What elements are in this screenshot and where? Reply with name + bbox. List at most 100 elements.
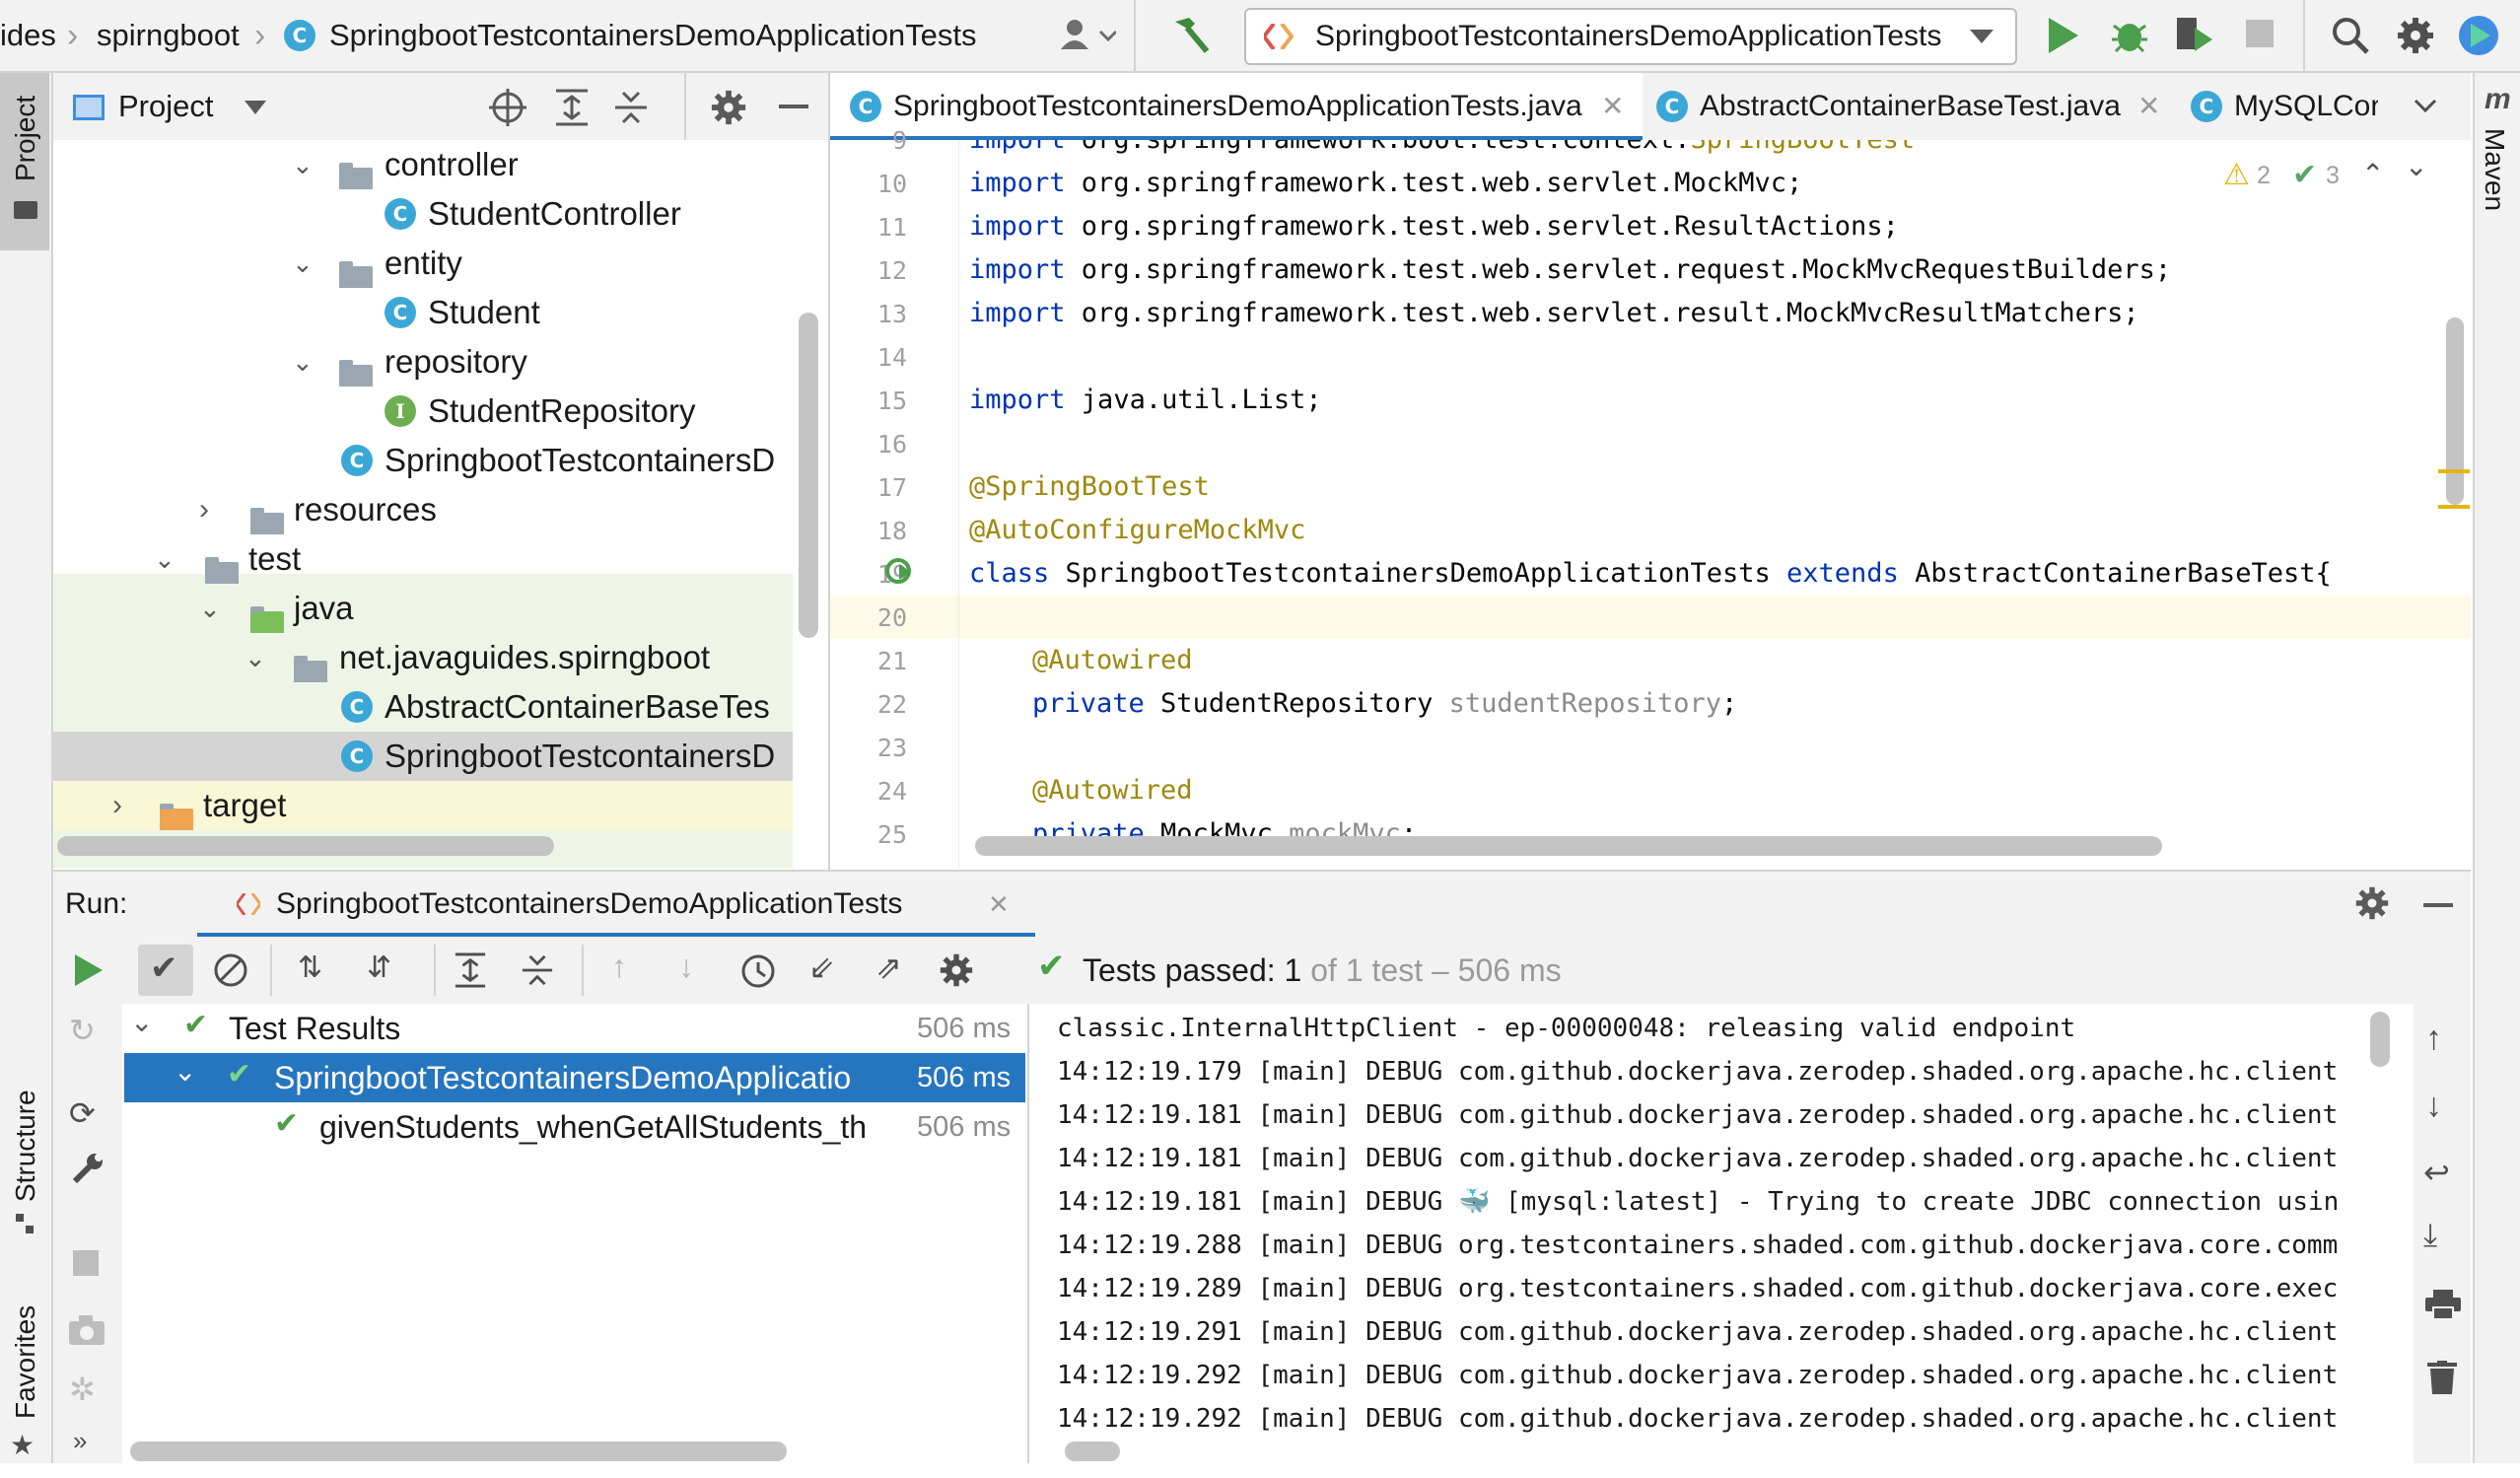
wrench-icon[interactable] (71, 1152, 105, 1185)
line-number: 13 (876, 300, 907, 328)
project-view-selector[interactable]: Project (118, 73, 213, 140)
coverage-icon[interactable] (2173, 14, 2214, 55)
rerun-failed-icon[interactable]: ↻ (69, 1012, 96, 1049)
debug-tests-icon[interactable]: ✲ (69, 1371, 96, 1408)
expand-all-icon[interactable] (454, 952, 487, 988)
tree-item-controller[interactable]: ⌄ controller (53, 140, 793, 189)
breadcrumb-package[interactable]: spirngboot (97, 0, 240, 71)
console-vertical-scrollbar[interactable] (2370, 1012, 2390, 1067)
toggle-auto-test-icon[interactable]: ⟳ (69, 1094, 96, 1132)
panel-settings-gear-icon[interactable] (710, 89, 747, 126)
run-configuration-selector[interactable]: SpringbootTestcontainersDemoApplicationT… (1244, 8, 2017, 65)
console-line: 14:12:19.289 [main] DEBUG org.testcontai… (1057, 1274, 2339, 1303)
run-tab-label: SpringbootTestcontainersDemoApplicationT… (276, 887, 903, 920)
show-ignored-icon[interactable] (213, 952, 248, 988)
minimize-icon[interactable] (2423, 903, 2453, 907)
search-icon[interactable] (2331, 16, 2370, 55)
code-line-19: class SpringbootTestcontainersDemoApplic… (969, 558, 2332, 589)
breadcrumb-ides[interactable]: ides (0, 0, 56, 71)
more-actions-icon[interactable]: » (73, 1426, 87, 1456)
run-icon[interactable] (2045, 16, 2080, 55)
tree-item-target[interactable]: › target (53, 781, 793, 830)
tree-item-repository[interactable]: ⌄ repository (53, 337, 793, 387)
stop-icon[interactable] (2246, 20, 2274, 47)
print-icon[interactable] (2425, 1290, 2461, 1321)
tree-item-label: AbstractContainerBaseTes (385, 688, 770, 725)
import-tests-icon[interactable]: ⇙ (808, 949, 835, 986)
down-arrow-icon[interactable]: ↓ (2425, 1087, 2442, 1125)
tree-item-studentcontroller[interactable]: C StudentController (53, 189, 793, 239)
test-results-root[interactable]: ⌄ ✔ Test Results 506 ms (124, 1004, 1025, 1053)
tree-item-abstractcontainerbasetest[interactable]: C AbstractContainerBaseTes (53, 682, 793, 732)
horizontal-scrollbar[interactable] (57, 836, 554, 856)
run-settings-gear-icon[interactable] (2354, 885, 2390, 921)
test-method-node[interactable]: ✔ givenStudents_whenGetAllStudents_th 50… (124, 1102, 1025, 1152)
collapse-all-icon[interactable] (521, 952, 554, 988)
next-failed-icon[interactable]: ↓ (678, 949, 694, 985)
sort-by-duration-icon[interactable]: ⇵ (367, 950, 391, 985)
editor-horizontal-scrollbar[interactable] (975, 836, 2162, 856)
tree-item-test[interactable]: ⌄ test (53, 534, 793, 584)
inspection-widget[interactable]: ⚠ 2 ✔ 3 ⌃ ⌄ (2223, 151, 2430, 197)
settings-gear-icon[interactable] (2396, 16, 2435, 55)
test-settings-gear-icon[interactable] (939, 952, 974, 988)
breadcrumb-class[interactable]: SpringbootTestcontainersDemoApplicationT… (329, 0, 977, 71)
run-test-gutter-icon[interactable] (885, 556, 915, 586)
console-output[interactable]: classic.InternalHttpClient - ep-00000048… (1029, 1004, 2414, 1463)
sort-alphabetically-icon[interactable]: ⇅ (298, 950, 322, 985)
next-highlight-icon[interactable]: ⌄ (2405, 150, 2427, 182)
tab-application-tests[interactable]: C SpringbootTestcontainersDemoApplicatio… (830, 73, 1643, 140)
code-editor[interactable]: import org.springframework.boot.test.con… (959, 140, 2471, 868)
camera-icon[interactable] (69, 1315, 105, 1345)
console-line: 14:12:19.179 [main] DEBUG com.github.doc… (1057, 1057, 2339, 1087)
tree-item-student[interactable]: C Student (53, 288, 793, 337)
tree-item-studentrepository[interactable]: I StudentRepository (53, 387, 793, 436)
chevron-down-icon[interactable] (245, 101, 266, 114)
trash-icon[interactable] (2427, 1361, 2457, 1394)
previous-failed-icon[interactable]: ↑ (611, 949, 627, 985)
structure-tool-tab[interactable]: Structure (0, 1054, 49, 1251)
tree-item-resources[interactable]: › resources (53, 485, 793, 534)
tab-mysqlcontainer[interactable]: C MySQLConta (2179, 73, 2378, 140)
stop-icon[interactable] (73, 1250, 99, 1276)
tree-item-label: target (203, 787, 287, 823)
project-tool-tab[interactable]: Project (0, 73, 49, 250)
tree-item-application-tests[interactable]: C SpringbootTestcontainersD (53, 732, 793, 781)
show-passed-toggle[interactable]: ✔ (138, 945, 193, 996)
collapse-all-icon[interactable] (613, 89, 649, 126)
close-icon[interactable]: ✕ (1601, 73, 1624, 140)
tree-item-application-class[interactable]: C SpringbootTestcontainersD (53, 436, 793, 485)
tree-item-java[interactable]: ⌄ java (53, 584, 793, 633)
favorites-tool-tab[interactable]: Favorites ★ (0, 1281, 49, 1478)
vertical-scrollbar[interactable] (799, 313, 818, 638)
test-history-icon[interactable] (739, 952, 777, 990)
maven-tool-tab[interactable]: m Maven (2475, 83, 2520, 280)
build-hammer-icon[interactable] (1169, 14, 1213, 57)
tab-list-chevron-icon[interactable] (2414, 99, 2437, 114)
expand-all-icon[interactable] (554, 89, 590, 126)
vcs-user-icon[interactable] (1061, 18, 1116, 53)
console-horizontal-scrollbar[interactable] (1065, 1442, 1120, 1461)
soft-wrap-icon[interactable]: ↩ (2423, 1154, 2450, 1191)
scroll-to-end-icon[interactable]: ⤓ (2423, 1217, 2437, 1254)
test-class-node[interactable]: ⌄ ✔ SpringbootTestcontainersDemoApplicat… (124, 1053, 1025, 1102)
minimize-icon[interactable] (779, 105, 808, 108)
locate-file-icon[interactable] (489, 89, 526, 126)
code-with-me-icon[interactable] (2457, 14, 2500, 57)
tree-horizontal-scrollbar[interactable] (130, 1442, 787, 1461)
tab-abstractcontainerbasetest[interactable]: C AbstractContainerBaseTest.java ✕ (1643, 73, 2179, 140)
export-tests-icon[interactable]: ⇗ (875, 949, 902, 986)
close-icon[interactable]: ✕ (988, 872, 1010, 937)
debug-icon[interactable] (2110, 14, 2149, 55)
previous-highlight-icon[interactable]: ⌃ (2361, 158, 2384, 190)
test-status-summary: Tests passed: 1 of 1 test – 506 ms (1083, 952, 1562, 988)
console-line: 14:12:19.181 [main] DEBUG com.github.doc… (1057, 1100, 2339, 1130)
up-arrow-icon[interactable]: ↑ (2425, 1020, 2442, 1058)
tree-item-package[interactable]: ⌄ net.javaguides.spirngboot (53, 633, 793, 682)
run-tab[interactable]: SpringbootTestcontainersDemoApplicationT… (148, 872, 1039, 937)
editor-vertical-scrollbar[interactable] (2446, 317, 2464, 505)
run-config-label: SpringbootTestcontainersDemoApplicationT… (1315, 20, 1942, 52)
rerun-icon[interactable] (73, 952, 105, 988)
close-icon[interactable]: ✕ (2137, 73, 2160, 140)
tree-item-entity[interactable]: ⌄ entity (53, 239, 793, 288)
